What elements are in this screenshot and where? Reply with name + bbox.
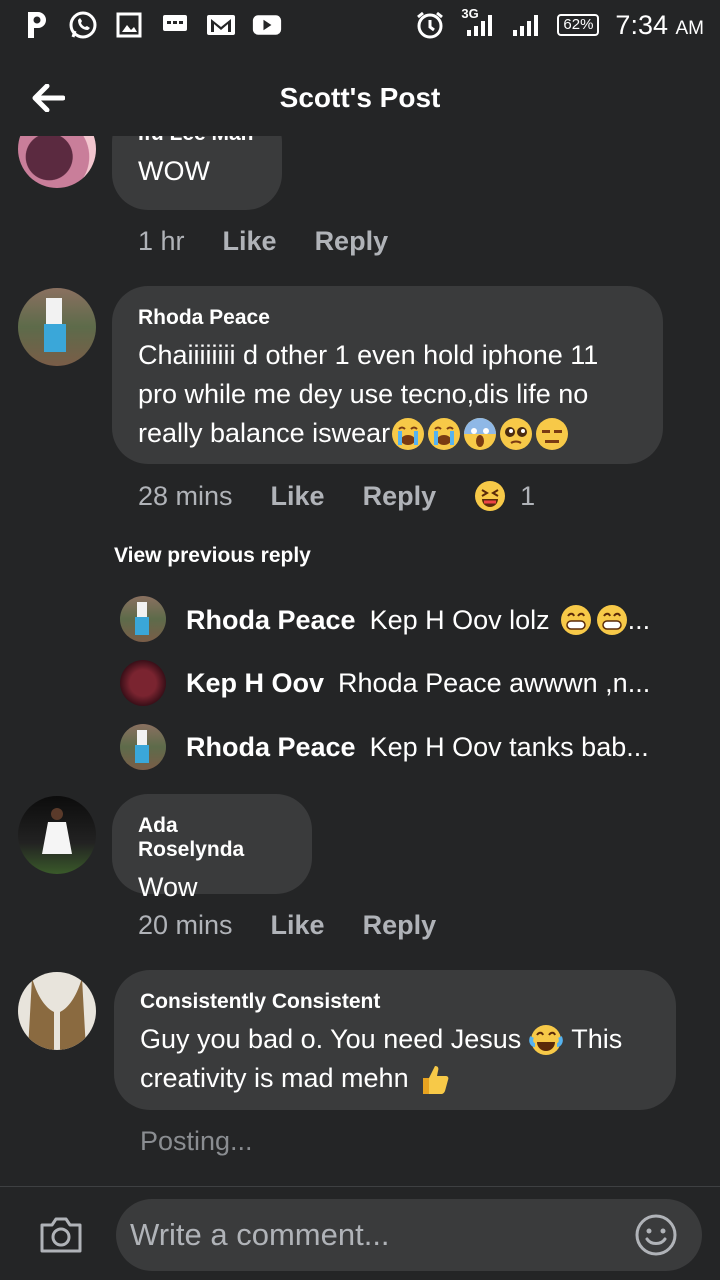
youtube-icon xyxy=(252,10,282,40)
comment-time: 1 hr xyxy=(138,226,185,256)
reply-item[interactable]: Kep H Oov Rhoda Peace awwwn ,n... xyxy=(186,668,650,699)
comment-text: Chaiiiiiiii d other 1 even hold iphone 1… xyxy=(138,336,637,453)
loudly-crying-emoji-icon xyxy=(428,417,461,450)
p-app-icon xyxy=(22,10,52,40)
posting-status: Posting... xyxy=(140,1126,253,1156)
avatar[interactable] xyxy=(18,288,96,366)
smiley-icon xyxy=(635,1214,677,1256)
reply-emojis xyxy=(560,604,628,636)
comment-input[interactable] xyxy=(116,1199,702,1271)
emoji-button[interactable] xyxy=(634,1213,678,1257)
clock-ampm: AM xyxy=(675,17,705,39)
tears-of-joy-emoji-icon xyxy=(529,1024,564,1055)
comment-bubble[interactable]: Rhoda Peace Chaiiiiiiii d other 1 even h… xyxy=(112,286,663,464)
reaction-summary[interactable]: 1 xyxy=(474,480,535,512)
battery-indicator: 62% xyxy=(557,14,600,36)
comment-text-line: creativity is mad mehn xyxy=(140,1063,409,1093)
alarm-icon xyxy=(415,10,445,40)
network-type: 3G xyxy=(461,6,479,21)
notification-icons xyxy=(22,10,282,40)
reply-author[interactable]: Rhoda Peace xyxy=(186,605,356,636)
reply-text: Rhoda Peace awwwn ,n... xyxy=(338,668,651,698)
reply-item[interactable]: Rhoda Peace Kep H Oov lolz ... xyxy=(186,604,650,636)
clock-time: 7:34 xyxy=(615,9,668,40)
comment-text: Guy you bad o. You need Jesus This creat… xyxy=(140,1020,650,1098)
signal-icon xyxy=(511,10,541,40)
comment-text-line: Chaiiiiiiii d other 1 even hold iphone 1… xyxy=(138,340,599,370)
whatsapp-icon xyxy=(68,10,98,40)
reply-author[interactable]: Rhoda Peace xyxy=(186,732,356,763)
like-button[interactable]: Like xyxy=(271,481,325,512)
signal-3g-icon: 3G xyxy=(461,6,495,40)
comment-time: 20 mins xyxy=(138,910,233,940)
reply-text: Kep H Oov tanks bab... xyxy=(369,732,649,762)
reply-text: Kep H Oov lolz xyxy=(369,604,550,635)
reply-ellipsis: ... xyxy=(627,604,651,635)
gmail-icon xyxy=(206,10,236,40)
reaction-count: 1 xyxy=(520,480,536,511)
view-previous-reply-link[interactable]: View previous reply xyxy=(114,544,311,568)
reply-button[interactable]: Reply xyxy=(315,226,389,257)
status-bar: 3G 62% 7:34 AM xyxy=(0,0,720,50)
camera-button[interactable] xyxy=(38,1215,84,1255)
comment-text-line: This xyxy=(571,1024,623,1054)
camera-icon xyxy=(40,1217,82,1253)
reply-author[interactable]: Kep H Oov xyxy=(186,668,324,699)
comment-author[interactable]: Ifu Lee Man xyxy=(138,136,256,146)
grinning-emoji-icon xyxy=(596,605,627,635)
reply-item[interactable]: Rhoda Peace Kep H Oov tanks bab... xyxy=(186,732,649,763)
back-button[interactable] xyxy=(28,78,68,118)
pleading-emoji-icon xyxy=(500,417,533,450)
comment-bubble[interactable]: Ada Roselynda Wow xyxy=(112,794,312,902)
avatar[interactable] xyxy=(18,796,96,874)
like-button[interactable]: Like xyxy=(223,226,277,257)
avatar[interactable] xyxy=(18,136,96,188)
reply-button[interactable]: Reply xyxy=(363,910,437,941)
laughing-reaction-icon xyxy=(475,481,506,511)
loudly-crying-emoji-icon xyxy=(392,417,425,450)
comment-bubble[interactable]: Consistently Consistent Guy you bad o. Y… xyxy=(114,970,676,1110)
comment-actions: 28 mins Like Reply 1 xyxy=(138,480,535,512)
like-button[interactable]: Like xyxy=(271,910,325,941)
post-header: Scott's Post xyxy=(0,60,720,136)
comment-author[interactable]: Rhoda Peace xyxy=(138,306,637,330)
screaming-emoji-icon xyxy=(464,417,497,450)
back-arrow-icon xyxy=(32,84,65,112)
system-icons: 3G 62% 7:34 AM xyxy=(415,6,704,41)
comment-text-row: really balance iswear xyxy=(138,414,637,453)
comment-bubble[interactable]: Ifu Lee Man WOW xyxy=(112,136,282,210)
comment-composer xyxy=(0,1186,720,1280)
message-icon xyxy=(160,10,190,40)
avatar[interactable] xyxy=(120,724,166,770)
comment-time: 28 mins xyxy=(138,480,233,511)
avatar[interactable] xyxy=(18,972,96,1050)
comment-text: WOW xyxy=(138,156,210,186)
expressionless-emoji-icon xyxy=(536,417,569,450)
comment-actions: 20 mins Like Reply xyxy=(138,910,474,941)
grinning-emoji-icon xyxy=(560,605,591,635)
reply-button[interactable]: Reply xyxy=(363,481,437,512)
comment-author[interactable]: Ada Roselynda xyxy=(138,814,286,862)
thumbs-up-emoji-icon xyxy=(422,1065,448,1094)
comment-author[interactable]: Consistently Consistent xyxy=(140,990,650,1014)
comments-list[interactable]: Ifu Lee Man WOW 1 hr Like Reply Rhoda Pe… xyxy=(0,136,720,1186)
comment-actions: 1 hr Like Reply xyxy=(138,226,426,257)
avatar[interactable] xyxy=(120,596,166,642)
comment-text-line: really balance iswear xyxy=(138,418,391,448)
clock: 7:34 AM xyxy=(615,10,704,41)
comment-text-line: pro while me dey use tecno,dis life no xyxy=(138,379,589,409)
avatar[interactable] xyxy=(120,660,166,706)
comment-text-line: Guy you bad o. You need Jesus xyxy=(140,1024,522,1054)
comment-text: Wow xyxy=(138,872,198,902)
page-title: Scott's Post xyxy=(279,82,441,113)
comment-text-row: creativity is mad mehn xyxy=(140,1059,650,1098)
gallery-icon xyxy=(114,10,144,40)
comment-text-row: Guy you bad o. You need Jesus This xyxy=(140,1020,650,1059)
